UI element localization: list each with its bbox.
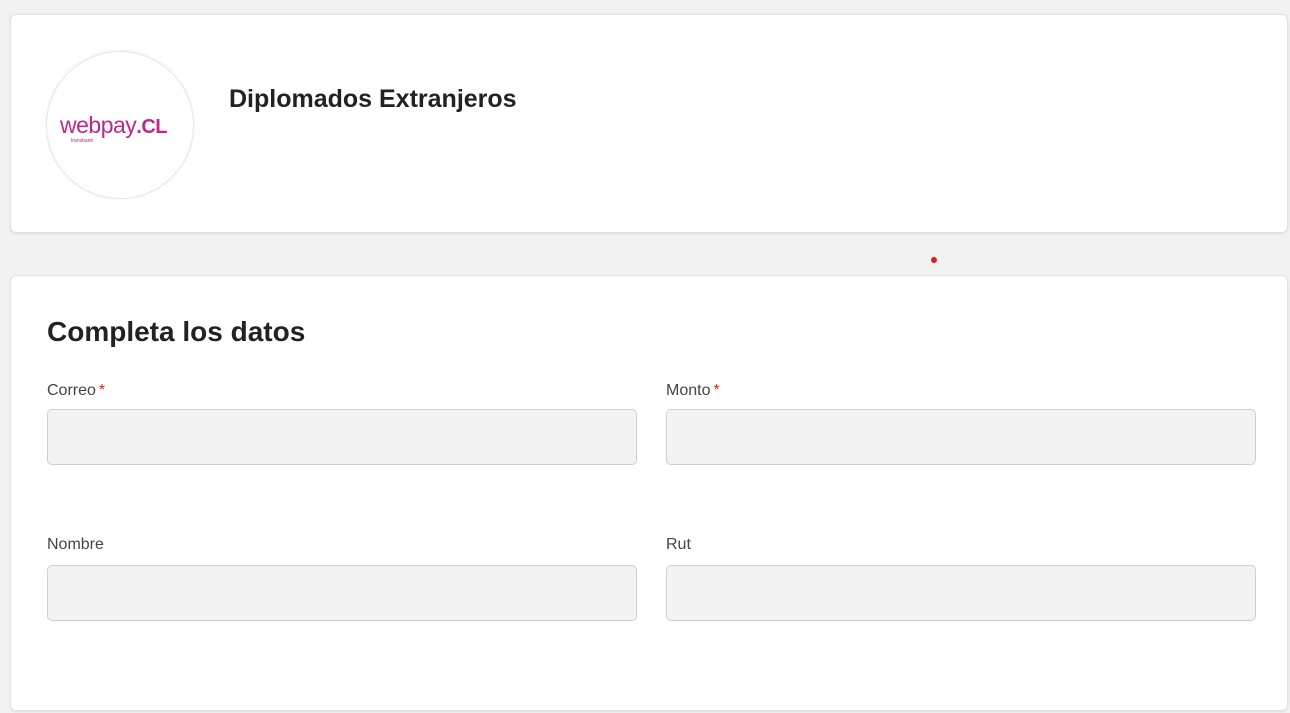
- merchant-header-card: webpay.CL transbank Diplomados Extranjer…: [10, 14, 1288, 233]
- merchant-logo: webpay.CL transbank: [46, 51, 194, 199]
- decorative-dot-icon: [931, 257, 937, 263]
- nombre-label: Nombre: [47, 536, 104, 553]
- rut-label: Rut: [666, 536, 691, 553]
- correo-label: Correo *: [47, 382, 106, 399]
- page-title: Diplomados Extranjeros: [229, 85, 517, 113]
- payment-form-card: Completa los datos Correo * Monto * Nombre…: [10, 275, 1288, 711]
- webpay-logo-icon: webpay.CL transbank: [60, 112, 185, 146]
- monto-label: Monto *: [666, 382, 720, 399]
- rut-input[interactable]: [666, 565, 1256, 621]
- logo-tagline: transbank: [71, 138, 93, 144]
- required-mark: *: [713, 382, 720, 399]
- correo-input[interactable]: [47, 409, 637, 465]
- required-mark: *: [98, 382, 106, 399]
- logo-wordmark-text: webpay.CL: [60, 112, 167, 138]
- nombre-input[interactable]: [47, 565, 637, 621]
- monto-input[interactable]: [666, 409, 1256, 465]
- form-title: Completa los datos: [47, 316, 306, 347]
